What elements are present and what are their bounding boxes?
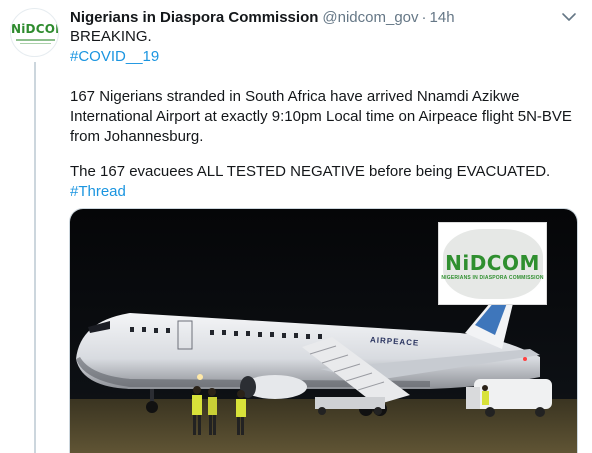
tweet[interactable]: NiDCOM Nigerians in Diaspora Commission@… bbox=[0, 0, 592, 453]
tweet-text-line: The 167 evacuees ALL TESTED NEGATIVE bef… bbox=[70, 163, 551, 180]
video-thumbnail[interactable]: AIRPEACE NiDCOM NIGERIANS IN DIASPORA CO… bbox=[69, 208, 578, 453]
nidcom-watermark-logo: NiDCOM NIGERIANS IN DIASPORA COMMISSION bbox=[438, 222, 547, 305]
tweet-header: Nigerians in Diaspora Commission @nidcom_… bbox=[70, 8, 455, 28]
timestamp[interactable]: 14h bbox=[430, 9, 455, 26]
hashtag-thread[interactable]: #Thread bbox=[70, 182, 126, 202]
avatar-logo-tagline bbox=[16, 39, 55, 41]
tweet-text-line: from Johannesburg. bbox=[70, 128, 204, 145]
avatar-logo-tagline-2 bbox=[20, 43, 51, 44]
tweet-text-line: International Airport at exactly 9:10pm … bbox=[70, 108, 572, 125]
avatar[interactable]: NiDCOM bbox=[10, 8, 59, 57]
thread-line bbox=[34, 62, 36, 453]
display-name[interactable]: Nigerians in Diaspora Commission bbox=[70, 9, 318, 26]
user-handle[interactable]: @nidcom_gov bbox=[322, 9, 418, 26]
hashtag-covid19[interactable]: #COVID__19 bbox=[70, 47, 159, 67]
avatar-logo-text: NiDCOM bbox=[11, 22, 58, 36]
watermark-title: NiDCOM bbox=[445, 251, 540, 275]
chevron-down-icon[interactable] bbox=[560, 10, 578, 24]
tweet-text-line: BREAKING. bbox=[70, 28, 152, 45]
separator-dot: · bbox=[421, 9, 427, 26]
watermark-subtitle: NIGERIANS IN DIASPORA COMMISSION bbox=[441, 275, 544, 281]
tweet-text-line: 167 Nigerians stranded in South Africa h… bbox=[70, 88, 520, 105]
